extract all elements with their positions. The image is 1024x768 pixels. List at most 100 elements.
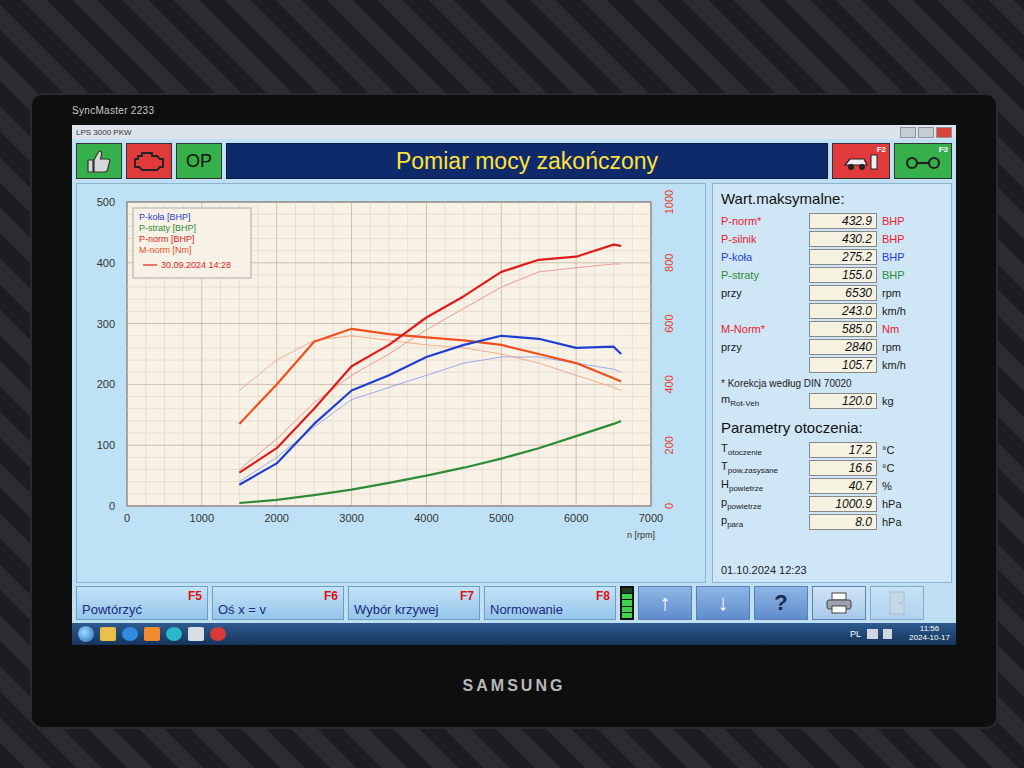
value-label: ppowietrze	[721, 496, 809, 511]
function-label: Powtórzyć	[82, 603, 142, 617]
x-tick: 6000	[564, 512, 588, 524]
tool-button[interactable]	[812, 586, 866, 620]
close-button[interactable]	[936, 127, 952, 138]
tool-button[interactable]: ↓	[696, 586, 750, 620]
power-chart: 0100200300400500020040060080010000100020…	[81, 188, 703, 580]
grid-line	[127, 360, 651, 361]
value-unit: BHP	[882, 269, 905, 281]
clock[interactable]: 11:562024-10-17	[909, 625, 950, 643]
f2-button[interactable]: F2	[832, 143, 890, 179]
y-tick: 500	[97, 196, 115, 208]
tool-glyph: ↑	[660, 590, 671, 616]
value-unit: rpm	[882, 287, 901, 299]
op-button[interactable]: OP	[176, 143, 222, 179]
reference-curve	[239, 357, 621, 482]
value-box: 585.0	[809, 321, 877, 337]
legend-item: P-straty [BHP]	[139, 223, 196, 233]
y2-tick: 400	[663, 375, 675, 393]
engine-button[interactable]	[126, 143, 172, 179]
meter-segment	[622, 600, 632, 605]
f2-key: F2	[877, 145, 886, 154]
grid-line	[426, 202, 427, 506]
y2-tick: 1000	[663, 190, 675, 214]
maximize-button[interactable]	[918, 127, 934, 138]
grid-line	[520, 202, 521, 506]
grid-line	[332, 202, 333, 506]
value-box: 243.0	[809, 303, 877, 319]
value-label: P-norm*	[721, 215, 809, 227]
room-background: SyncMaster 2233LPS 3000 PKWOPPomiar mocy…	[0, 0, 1024, 768]
grid-line	[351, 202, 352, 506]
function-button[interactable]: PowtórzyćF5	[76, 586, 208, 620]
sync-icon[interactable]	[210, 627, 226, 641]
main-area: 0100200300400500020040060080010000100020…	[72, 183, 956, 583]
start-button[interactable]	[78, 626, 94, 642]
ok-button[interactable]	[76, 143, 122, 179]
grid-line	[127, 493, 651, 494]
grid-line	[127, 469, 651, 470]
environment-title: Parametry otoczenia:	[721, 419, 943, 436]
grid-line	[651, 202, 652, 506]
x-tick: 2000	[264, 512, 288, 524]
function-label: Normowanie	[490, 603, 563, 617]
browser-icon[interactable]	[122, 627, 138, 641]
bezel-top: SyncMaster 2233	[72, 95, 956, 125]
correction-note: * Korekcja według DIN 70020	[721, 378, 943, 389]
edge-icon[interactable]	[166, 627, 182, 641]
value-unit: BHP	[882, 233, 905, 245]
window-title-bar: LPS 3000 PKW	[72, 125, 956, 139]
function-key: F8	[596, 589, 610, 603]
value-label: P-koła	[721, 251, 809, 263]
value-box: 120.0	[809, 393, 877, 409]
value-box: 275.2	[809, 249, 877, 265]
minimize-button[interactable]	[900, 127, 916, 138]
explorer-icon[interactable]	[100, 627, 116, 641]
value-box: 105.7	[809, 357, 877, 373]
value-unit: Nm	[882, 323, 899, 335]
legend-item: P-norm [BHP]	[139, 234, 195, 244]
grid-line	[127, 420, 651, 421]
value-unit: hPa	[882, 498, 902, 510]
tool-button[interactable]	[870, 586, 924, 620]
window-title: LPS 3000 PKW	[76, 128, 132, 137]
function-button[interactable]: Oś x = vF6	[212, 586, 344, 620]
tray-icons[interactable]	[867, 629, 903, 639]
y2-tick: 200	[663, 436, 675, 454]
grid-line	[370, 202, 371, 506]
grid-line	[127, 335, 651, 336]
curve	[239, 421, 621, 503]
x-tick: 4000	[414, 512, 438, 524]
maxima-row: przy6530rpm	[721, 285, 943, 301]
media-player-icon[interactable]	[144, 627, 160, 641]
taskbar: PL 11:562024-10-17	[72, 623, 956, 645]
maxima-row: P-silnik430.2BHP	[721, 231, 943, 247]
value-label: P-silnik	[721, 233, 809, 245]
function-key: F6	[324, 589, 338, 603]
grid-line	[445, 202, 446, 506]
grid-line	[127, 372, 651, 373]
value-unit: BHP	[882, 215, 905, 227]
function-label: Wybór krzywej	[354, 603, 438, 617]
value-label: mRot-Veh	[721, 393, 809, 408]
grid-line	[127, 323, 651, 324]
grid-line	[127, 202, 128, 506]
printer-icon	[824, 591, 854, 615]
value-box: 8.0	[809, 514, 877, 530]
value-unit: rpm	[882, 341, 901, 353]
f3-button[interactable]: F3	[894, 143, 952, 179]
y-tick: 100	[97, 439, 115, 451]
language-indicator[interactable]: PL	[850, 629, 861, 639]
monitor-model: SyncMaster 2233	[72, 105, 154, 116]
maxima-row: P-straty155.0BHP	[721, 267, 943, 283]
clock-time: 11:56	[920, 625, 939, 634]
function-button[interactable]: Wybór krzywejF7	[348, 586, 480, 620]
tool-button[interactable]: ?	[754, 586, 808, 620]
tool-glyph: ↓	[718, 590, 729, 616]
meter-segment	[622, 594, 632, 599]
app-window-icon[interactable]	[188, 627, 204, 641]
legend-date: 30.09.2024 14:28	[161, 260, 231, 270]
tool-button[interactable]: ↑	[638, 586, 692, 620]
maxima-row: 243.0km/h	[721, 303, 943, 319]
function-button[interactable]: Normowanie F8	[484, 586, 616, 620]
legend-item: M-norm [Nm]	[139, 245, 192, 255]
